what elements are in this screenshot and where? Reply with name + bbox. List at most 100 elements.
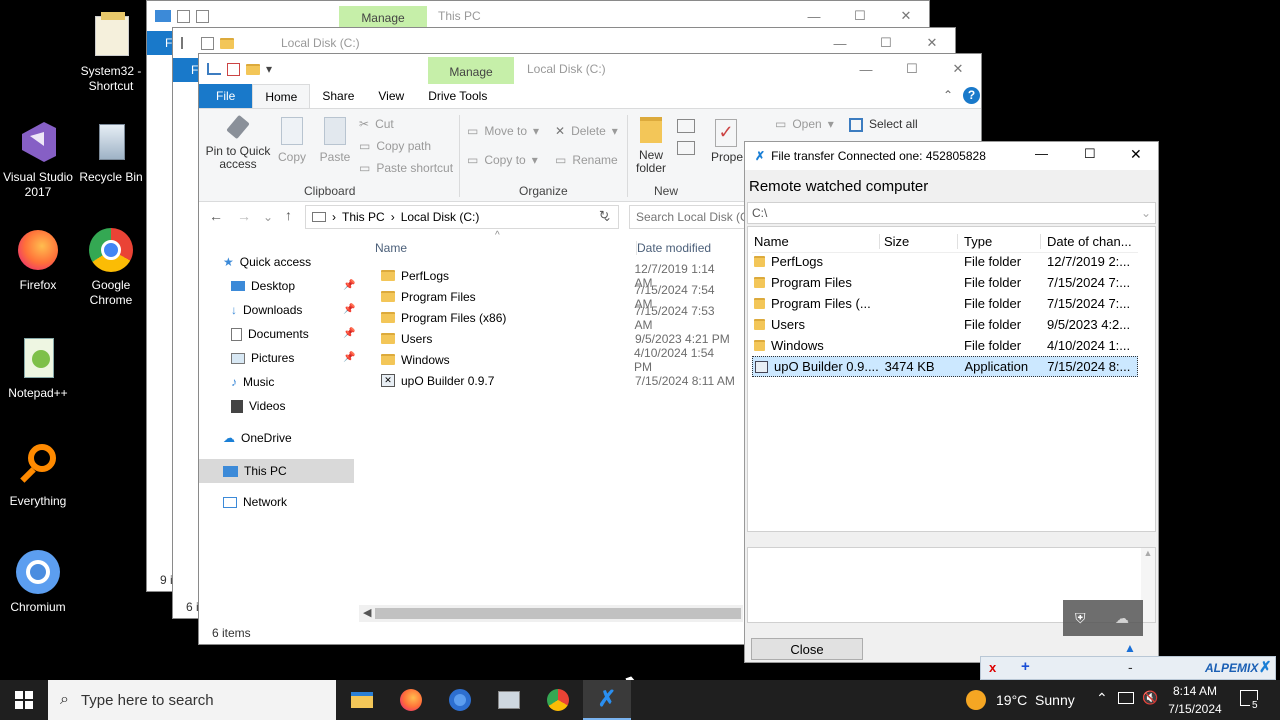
desktop-icon-notepad-plus[interactable]: Notepad++ [0, 334, 76, 401]
properties-check-icon[interactable] [227, 62, 240, 76]
file-row[interactable]: Windows 4/10/2024 1:54 PM [375, 346, 735, 374]
desktop-icon-chromium[interactable]: Chromium [0, 548, 76, 615]
nav-this-pc[interactable]: This PC [199, 459, 354, 483]
remote-row[interactable]: Users File folder 9/5/2023 4:2... [752, 314, 1138, 335]
taskbar-alpemix[interactable]: ✗ [583, 680, 631, 720]
alpemix-close-icon[interactable]: x [989, 660, 996, 675]
remote-row-selected[interactable]: upO Builder 0.9.... 3474 KB Application 7/1… [752, 356, 1138, 377]
manage-tab[interactable]: Manage [428, 57, 514, 84]
open-button[interactable]: ▭ Open ▾ [775, 118, 834, 131]
easy-access-icon[interactable] [677, 141, 695, 155]
desktop-icon-chrome[interactable]: Google Chrome [73, 226, 149, 308]
rename-button[interactable]: ▭ Rename [555, 154, 618, 167]
delete-button[interactable]: ✕ Delete ▾ [555, 125, 618, 138]
taskbar-app[interactable] [485, 680, 533, 720]
desktop-icon-firefox[interactable]: Firefox [0, 226, 76, 293]
close-button[interactable]: ✕ [935, 54, 981, 84]
breadcrumb-local-disk[interactable]: Local Disk (C:) [401, 210, 480, 224]
file-tab[interactable]: F [173, 58, 201, 82]
remote-path-select[interactable]: C:\ ⌄ [747, 202, 1156, 224]
remote-col-type[interactable]: Type [958, 234, 1041, 249]
new-folder-button[interactable]: New folder [633, 117, 669, 175]
desktop-icon-system32[interactable]: System32 - Shortcut [73, 12, 149, 94]
taskbar-chromium[interactable] [436, 680, 484, 720]
transfer-maximize-button[interactable]: ☐ [1084, 146, 1096, 162]
paste-button[interactable]: Paste [317, 117, 353, 164]
clock-date[interactable]: 7/15/2024 [1166, 702, 1224, 716]
remote-row[interactable]: Program Files (... File folder 7/15/2024 7… [752, 293, 1138, 314]
nav-videos[interactable]: Videos [231, 395, 285, 417]
forward-button[interactable]: → [237, 208, 251, 224]
volume-muted-icon[interactable]: 🔇 [1142, 690, 1158, 706]
nav-quick-access[interactable]: ★ Quick access [223, 251, 311, 273]
transfer-close-button[interactable]: ✕ [1130, 146, 1142, 163]
move-to-button[interactable]: ▭ Move to ▾ [467, 125, 539, 138]
tab-drive-tools[interactable]: Drive Tools [416, 84, 499, 108]
taskbar-chrome[interactable] [534, 680, 582, 720]
remote-row[interactable]: Windows File folder 4/10/2024 1:... [752, 335, 1138, 356]
new-folder-qa-icon[interactable] [246, 63, 260, 75]
copy-to-button[interactable]: ▭ Copy to ▾ [467, 154, 538, 167]
start-button[interactable] [0, 680, 48, 720]
column-header-name[interactable]: Name [375, 241, 407, 255]
column-header-date[interactable]: Date modified [636, 241, 711, 255]
back-button[interactable]: ← [209, 208, 223, 224]
minimize-button[interactable]: — [843, 54, 889, 84]
network-tray-icon[interactable] [1118, 692, 1134, 704]
file-row[interactable]: Program Files (x86) 7/15/2024 7:53 AM [375, 304, 735, 332]
alpemix-up-icon[interactable]: ▲ [1124, 641, 1136, 655]
taskbar-search-box[interactable]: ⌕ Type here to search [48, 680, 336, 720]
refresh-button[interactable]: ↻ [599, 208, 609, 222]
cut-button[interactable]: ✂ Cut [359, 118, 394, 131]
new-item-icon[interactable] [677, 119, 695, 133]
qa-dropdown-icon[interactable]: ▾ [266, 62, 272, 76]
nav-music[interactable]: ♪ Music [231, 371, 274, 393]
copy-path-button[interactable]: ▭ Copy path [359, 140, 431, 153]
remote-row[interactable]: PerfLogs File folder 12/7/2019 2:... [752, 251, 1138, 272]
nav-onedrive[interactable]: ☁ OneDrive [223, 427, 292, 449]
desktop-icon-recycle-bin[interactable]: Recycle Bin [73, 118, 149, 185]
file-row[interactable]: ✕ upO Builder 0.9.7 7/15/2024 8:11 AM [375, 370, 735, 391]
tab-share[interactable]: Share [310, 84, 366, 108]
copy-button[interactable]: Copy [275, 117, 309, 164]
alpemix-minimize-icon[interactable]: - [1128, 659, 1133, 675]
tab-view[interactable]: View [366, 84, 416, 108]
desktop-icon-everything[interactable]: Everything [0, 442, 76, 509]
properties-button[interactable]: ✓ Prope [711, 119, 747, 164]
nav-downloads[interactable]: ↓ Downloads [231, 299, 302, 321]
nav-desktop[interactable]: Desktop [231, 275, 295, 297]
clock-time[interactable]: 8:14 AM [1168, 684, 1222, 698]
up-button[interactable]: ↑ [285, 207, 292, 223]
tab-home[interactable]: Home [252, 84, 311, 108]
transfer-minimize-button[interactable]: — [1035, 146, 1048, 161]
taskbar-file-explorer[interactable] [338, 680, 386, 720]
remote-row[interactable]: Program Files File folder 7/15/2024 7:... [752, 272, 1138, 293]
nav-pictures[interactable]: Pictures [231, 347, 294, 369]
address-bar[interactable]: › This PC › Local Disk (C:) ⌄ [305, 205, 619, 229]
remote-col-name[interactable]: Name [752, 234, 880, 249]
scroll-thumb[interactable] [375, 608, 741, 619]
nav-network[interactable]: Network [223, 491, 287, 513]
transfer-close-dialog-button[interactable]: Close [751, 638, 863, 660]
remote-file-list[interactable]: Name Size Type Date of chan... PerfLogs F… [747, 226, 1156, 532]
log-scrollbar[interactable]: ▲ [1141, 548, 1155, 622]
remote-col-date[interactable]: Date of chan... [1041, 234, 1137, 249]
paste-shortcut-button[interactable]: ▭ Paste shortcut [359, 162, 453, 175]
recent-locations-button[interactable]: ⌄ [263, 210, 273, 224]
remote-col-size[interactable]: Size [880, 234, 958, 249]
weather-icon[interactable] [966, 690, 986, 710]
breadcrumb-this-pc[interactable]: This PC [342, 210, 385, 224]
taskbar-firefox[interactable] [387, 680, 435, 720]
pin-quick-access-button[interactable]: Pin to Quick access [205, 114, 271, 171]
alpemix-bar[interactable]: x + - ▲ ALPEMIX ✗ [980, 641, 1276, 680]
nav-documents[interactable]: Documents [231, 323, 309, 345]
tab-file[interactable]: File [199, 84, 253, 108]
file-tab[interactable]: F [147, 31, 175, 55]
desktop-icon-visual-studio[interactable]: Visual Studio 2017 [0, 118, 76, 200]
help-icon[interactable]: ? [963, 87, 980, 104]
tray-chevron-up-icon[interactable]: ⌃ [1096, 690, 1108, 707]
alpemix-add-icon[interactable]: + [1021, 658, 1030, 675]
weather-text[interactable]: 19°C Sunny [996, 692, 1075, 708]
ribbon-collapse-icon[interactable]: ⌃ [943, 88, 953, 102]
maximize-button[interactable]: ☐ [889, 54, 935, 84]
